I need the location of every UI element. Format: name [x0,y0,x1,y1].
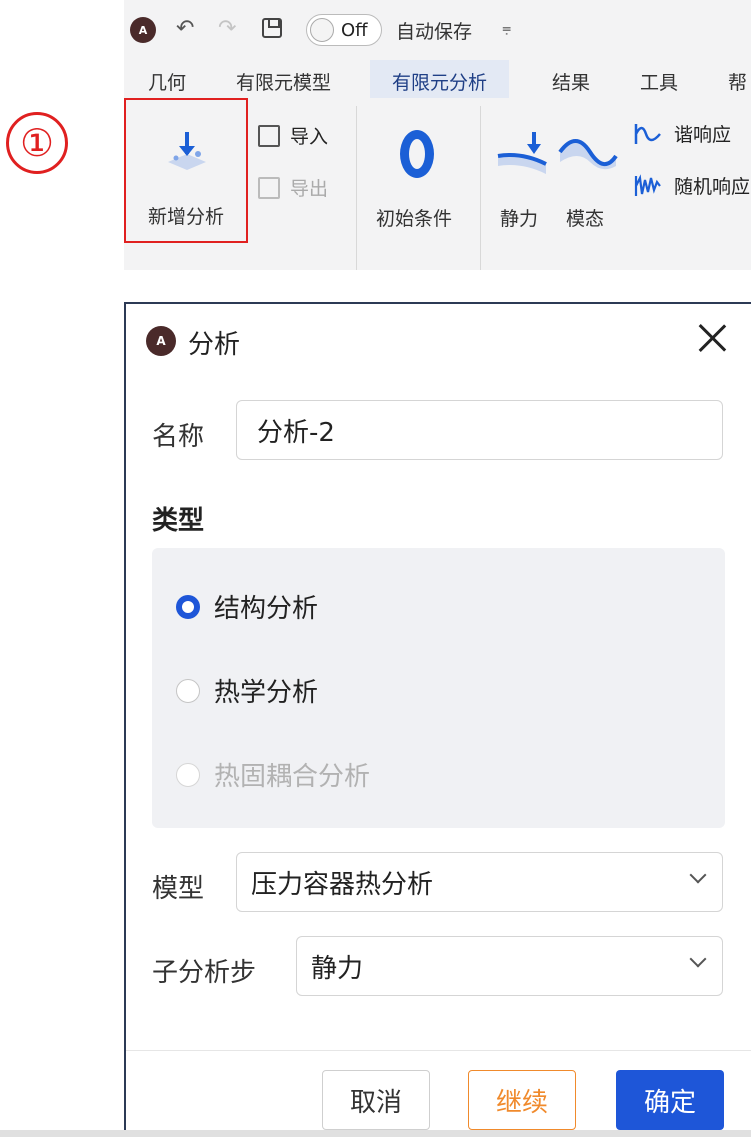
new-analysis-icon [168,132,206,170]
close-icon[interactable] [696,322,728,354]
substep-label: 子分析步 [152,958,257,988]
toggle-label: Off [341,20,368,41]
random-response-label: 随机响应 [674,176,751,198]
radio-thermal[interactable]: 热学分析 [176,672,318,709]
tab-geometry[interactable]: 几何 [148,68,186,95]
tab-help[interactable]: 帮 [728,68,747,95]
ribbon-panel: 新增分析 导入 导出 初始条件 静力 模态 谐响应 随机响应 [124,98,751,270]
analysis-type-group: 结构分析 热学分析 热固耦合分析 [152,548,725,828]
export-icon [258,176,280,199]
harmonic-label: 谐响应 [674,124,732,146]
new-analysis-label: 新增分析 [147,206,224,228]
footer-divider [126,1050,751,1051]
dialog-title: 分析 [188,330,241,360]
modal-icon[interactable] [558,134,618,174]
static-icon[interactable] [494,130,550,180]
save-icon[interactable] [262,18,282,38]
radio-label: 热学分析 [214,678,319,708]
cancel-button[interactable]: 取消 [322,1070,430,1130]
modal-label[interactable]: 模态 [566,204,604,231]
harmonic-icon [634,123,661,144]
radio-thermal-structural: 热固耦合分析 [176,756,370,793]
harmonic-response-button[interactable]: 谐响应 [634,120,731,147]
substep-select[interactable]: 静力 [296,936,723,996]
export-label: 导出 [290,178,329,200]
tab-fe-analysis[interactable]: 有限元分析 [370,60,510,98]
name-label: 名称 [152,422,205,452]
name-input[interactable] [236,400,723,460]
continue-button[interactable]: 继续 [468,1070,576,1130]
autosave-toggle[interactable]: Off [306,14,382,46]
radio-label: 结构分析 [214,594,319,624]
ribbon-separator [356,106,357,270]
radio-checked-icon [176,594,200,619]
export-button[interactable]: 导出 [258,174,328,201]
radio-disabled-icon [176,762,200,787]
model-label: 模型 [152,874,205,904]
tab-results[interactable]: 结果 [552,68,590,95]
customize-toolbar-icon[interactable]: ⩦ [502,18,511,38]
ok-button[interactable]: 确定 [616,1070,724,1130]
import-label: 导入 [290,126,329,148]
import-button[interactable]: 导入 [258,122,328,149]
type-section-title: 类型 [152,506,205,536]
model-select-value: 压力容器热分析 [251,869,434,900]
radio-unchecked-icon [176,678,200,703]
tab-tools[interactable]: 工具 [640,68,678,95]
redo-icon[interactable]: ↷ [218,16,236,41]
undo-icon[interactable]: ↶ [176,16,194,41]
new-analysis-button[interactable]: 新增分析 [124,98,248,243]
ribbon: A ↶ ↷ Off 自动保存 ⩦ 几何 有限元模型 有限元分析 结果 工具 帮 … [124,0,751,270]
chevron-down-icon [689,866,707,884]
model-select[interactable]: 压力容器热分析 [236,852,723,912]
toggle-knob [310,18,334,42]
bottom-strip [0,1130,751,1137]
initial-conditions-label[interactable]: 初始条件 [376,204,452,231]
chevron-down-icon [689,950,707,968]
random-response-icon [634,173,661,196]
quick-access-toolbar: A ↶ ↷ Off 自动保存 ⩦ [124,0,751,60]
tab-fe-model[interactable]: 有限元模型 [236,68,331,95]
substep-select-value: 静力 [311,953,364,984]
radio-structural[interactable]: 结构分析 [176,588,318,625]
static-label[interactable]: 静力 [500,204,538,231]
analysis-dialog: A 分析 名称 类型 结构分析 热学分析 热固耦合分析 模型 压力容器热分析 子… [124,302,751,1137]
random-response-button[interactable]: 随机响应 [634,172,750,199]
step-number-callout: ① [6,112,68,174]
ribbon-tabs: 几何 有限元模型 有限元分析 结果 工具 帮 [124,60,751,98]
import-icon [258,124,280,147]
initial-conditions-icon[interactable] [400,130,434,178]
ribbon-separator [480,106,481,270]
radio-label: 热固耦合分析 [214,762,371,792]
app-logo: A [130,17,156,43]
dialog-logo: A [146,326,176,356]
autosave-label: 自动保存 [396,21,473,43]
